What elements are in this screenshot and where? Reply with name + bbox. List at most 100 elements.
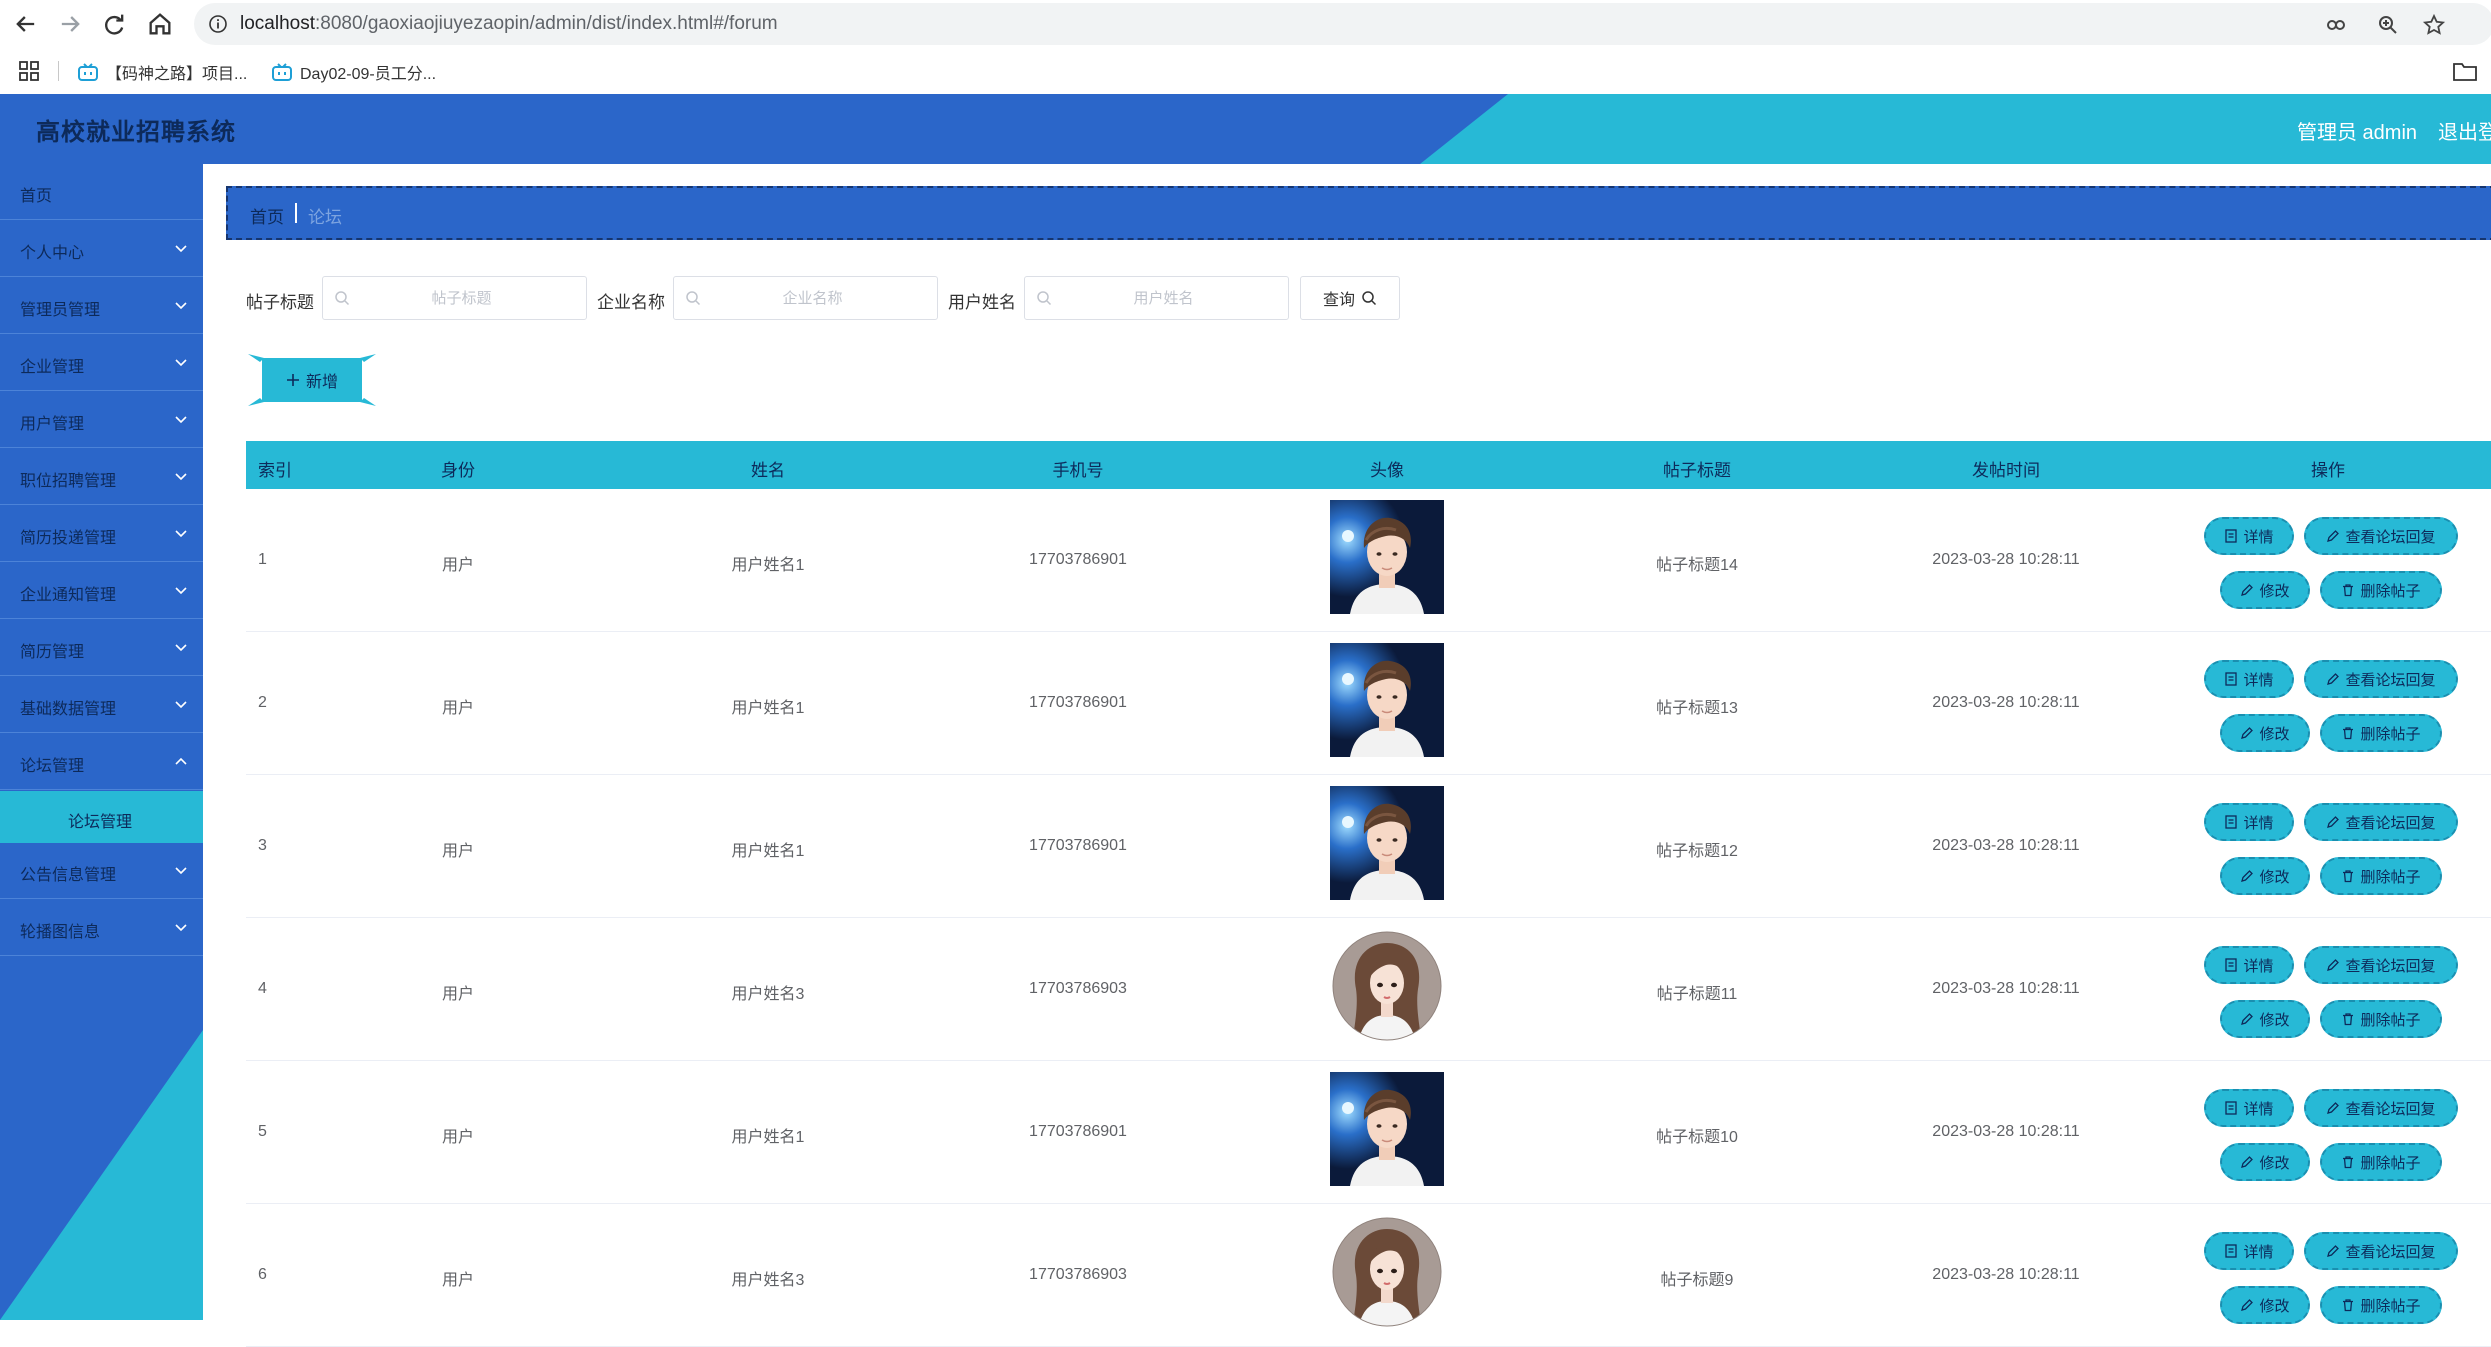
- view-replies-button[interactable]: 查看论坛回复: [2304, 517, 2458, 555]
- edit-button[interactable]: 修改: [2220, 571, 2310, 609]
- sidebar-item-profile[interactable]: 个人中心: [0, 221, 203, 277]
- reload-icon[interactable]: [100, 10, 128, 38]
- chevron-down-icon: [175, 701, 187, 709]
- password-key-icon[interactable]: [2324, 13, 2348, 37]
- zoom-icon[interactable]: [2376, 13, 2400, 37]
- bookmark-item[interactable]: Day02-09-员工分...: [272, 60, 436, 84]
- query-button[interactable]: 查询: [1300, 276, 1400, 320]
- delete-post-button[interactable]: 删除帖子: [2320, 1286, 2442, 1324]
- sidebar-item-notices[interactable]: 企业通知管理: [0, 563, 203, 619]
- home-icon[interactable]: [146, 10, 174, 38]
- breadcrumb-home[interactable]: 首页: [250, 203, 284, 228]
- trash-icon: [2343, 584, 2354, 597]
- logout-link[interactable]: 退出登录: [2438, 116, 2491, 145]
- cell-phone: 17703786901: [1029, 551, 1127, 568]
- back-icon[interactable]: [12, 10, 40, 38]
- document-icon: [2225, 958, 2238, 972]
- edit-button[interactable]: 修改: [2220, 1000, 2310, 1038]
- search-input-username[interactable]: [1024, 276, 1289, 320]
- sidebar-item-resumes[interactable]: 简历管理: [0, 620, 203, 676]
- view-replies-button-label: 查看论坛回复: [2345, 1100, 2436, 1118]
- sidebar-item-applications[interactable]: 简历投递管理: [0, 506, 203, 562]
- chevron-down-icon: [175, 644, 187, 652]
- cell-index: 4: [258, 980, 267, 997]
- column-header: 头像: [1370, 461, 1404, 480]
- view-replies-button[interactable]: 查看论坛回复: [2304, 1089, 2458, 1127]
- forward-icon[interactable]: [56, 10, 84, 38]
- sidebar-item-label: 基础数据管理: [20, 701, 117, 718]
- sidebar-item-admins[interactable]: 管理员管理: [0, 278, 203, 334]
- search-input-title[interactable]: [322, 276, 587, 320]
- table-row: 3 用户 用户姓名1 17703786901 帖子标题12 2023-03-28…: [246, 775, 2491, 918]
- sidebar-item-label: 首页: [20, 188, 53, 205]
- detail-button-label: 详情: [2243, 1100, 2274, 1118]
- view-replies-button-label: 查看论坛回复: [2345, 814, 2436, 832]
- folder-icon[interactable]: [2452, 60, 2478, 82]
- cell-index: 3: [258, 837, 267, 854]
- site-info-icon[interactable]: [208, 14, 228, 34]
- cell-post-title: 帖子标题13: [1656, 700, 1738, 717]
- cell-index: 1: [258, 551, 267, 568]
- sidebar-item-jobs[interactable]: 职位招聘管理: [0, 449, 203, 505]
- app-header: 高校就业招聘系统 管理员 admin 退出登录: [0, 94, 2491, 164]
- delete-post-button[interactable]: 删除帖子: [2320, 571, 2442, 609]
- detail-button[interactable]: 详情: [2204, 803, 2294, 841]
- delete-post-button[interactable]: 删除帖子: [2320, 1000, 2442, 1038]
- detail-button[interactable]: 详情: [2204, 946, 2294, 984]
- detail-button[interactable]: 详情: [2204, 660, 2294, 698]
- view-replies-button[interactable]: 查看论坛回复: [2304, 803, 2458, 841]
- sidebar-subitem-forum-management[interactable]: 论坛管理: [0, 791, 203, 843]
- edit-button[interactable]: 修改: [2220, 1286, 2310, 1324]
- cell-post-time: 2023-03-28 10:28:11: [1932, 837, 2080, 854]
- view-replies-button[interactable]: 查看论坛回复: [2304, 1232, 2458, 1270]
- browser-toolbar: localhost:8080/gaoxiaojiuyezaopin/admin/…: [0, 0, 2491, 48]
- cell-role: 用户: [441, 1272, 475, 1289]
- male-avatar: [1330, 500, 1444, 614]
- app-title: 高校就业招聘系统: [36, 119, 236, 146]
- sidebar-item-users[interactable]: 用户管理: [0, 392, 203, 448]
- cell-post-time: 2023-03-28 10:28:11: [1932, 551, 2080, 568]
- detail-button[interactable]: 详情: [2204, 1232, 2294, 1270]
- trash-icon: [2343, 1013, 2354, 1026]
- delete-post-button[interactable]: 删除帖子: [2320, 1143, 2442, 1181]
- sidebar-subitem-label: 论坛管理: [68, 814, 133, 831]
- sidebar-item-basic-data[interactable]: 基础数据管理: [0, 677, 203, 733]
- view-replies-button[interactable]: 查看论坛回复: [2304, 660, 2458, 698]
- plus-icon: [286, 374, 299, 386]
- sidebar-item-carousel[interactable]: 轮播图信息: [0, 900, 203, 956]
- male-avatar: [1330, 643, 1444, 757]
- edit-button-label: 修改: [2259, 725, 2290, 743]
- search-input-company[interactable]: [673, 276, 938, 320]
- cell-name: 用户姓名1: [731, 557, 805, 574]
- edit-button[interactable]: 修改: [2220, 857, 2310, 895]
- cell-post-time: 2023-03-28 10:28:11: [1932, 1123, 2080, 1140]
- sidebar-item-label: 公告信息管理: [20, 867, 117, 884]
- corner-decoration-icon: [248, 398, 264, 406]
- add-button[interactable]: 新增: [248, 354, 376, 406]
- female-avatar: [1330, 1215, 1444, 1329]
- sidebar-item-companies[interactable]: 企业管理: [0, 335, 203, 391]
- sidebar-item-home[interactable]: 首页: [0, 164, 203, 220]
- detail-button[interactable]: 详情: [2204, 517, 2294, 555]
- address-bar[interactable]: localhost:8080/gaoxiaojiuyezaopin/admin/…: [194, 3, 2491, 45]
- bookmark-item[interactable]: 【码神之路】项目...: [78, 60, 247, 84]
- current-user: 管理员 admin: [2297, 122, 2418, 144]
- delete-post-button[interactable]: 删除帖子: [2320, 714, 2442, 752]
- sidebar-item-announcements[interactable]: 公告信息管理: [0, 843, 203, 899]
- edit-button-label: 修改: [2259, 1011, 2290, 1029]
- edit-button[interactable]: 修改: [2220, 1143, 2310, 1181]
- pencil-icon: [2327, 1245, 2340, 1257]
- sidebar-item-forum[interactable]: 论坛管理: [0, 734, 203, 790]
- bookmark-star-icon[interactable]: [2422, 13, 2446, 37]
- apps-grid-icon[interactable]: [18, 60, 40, 82]
- cell-role: 用户: [441, 700, 475, 717]
- edit-button[interactable]: 修改: [2220, 714, 2310, 752]
- bookmarks-divider: [58, 61, 59, 81]
- delete-post-button[interactable]: 删除帖子: [2320, 857, 2442, 895]
- sidebar-decoration: [0, 1030, 203, 1320]
- column-header: 姓名: [751, 461, 785, 480]
- cell-index: 5: [258, 1123, 267, 1140]
- detail-button[interactable]: 详情: [2204, 1089, 2294, 1127]
- sidebar-item-label: 个人中心: [20, 245, 85, 262]
- view-replies-button[interactable]: 查看论坛回复: [2304, 946, 2458, 984]
